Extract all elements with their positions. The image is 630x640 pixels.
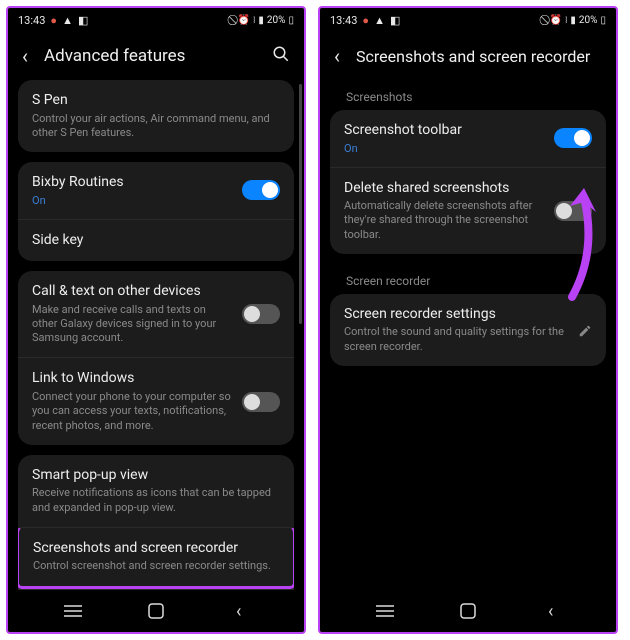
- subtext: Control the sound and quality settings f…: [344, 325, 568, 354]
- row-smart-popup-view[interactable]: Smart pop-up view Receive notifications …: [18, 455, 294, 527]
- page-title: Advanced features: [44, 46, 256, 66]
- recording-icon: ●: [50, 14, 57, 27]
- row-screen-recorder-settings[interactable]: Screen recorder settings Control the sou…: [330, 294, 606, 366]
- subtext: Control your air actions, Air command me…: [32, 112, 280, 141]
- label: Screenshots and screen recorder: [33, 540, 279, 558]
- label: S Pen: [32, 92, 280, 110]
- section-screenshots: Screenshots: [330, 80, 606, 110]
- app-icon: ◧: [78, 14, 88, 27]
- label: Screenshot toolbar: [344, 122, 544, 140]
- alarm-icon: ⏰: [238, 15, 250, 26]
- subtext: Connect your phone to your computer so y…: [32, 390, 232, 433]
- wifi-icon: ⧘: [253, 15, 255, 26]
- nav-back-icon[interactable]: ‹: [229, 601, 249, 621]
- toggle-link-windows[interactable]: [242, 392, 280, 412]
- title-bar: ‹ Advanced features: [8, 32, 304, 80]
- status-on: On: [32, 194, 232, 207]
- label: Smart pop-up view: [32, 467, 280, 485]
- camera-icon: ▲: [374, 14, 385, 27]
- nav-home-icon[interactable]: [458, 601, 478, 621]
- nav-back-icon[interactable]: ‹: [541, 601, 561, 621]
- toggle-bixby[interactable]: [242, 180, 280, 200]
- row-side-key[interactable]: Side key: [18, 219, 294, 262]
- phone-advanced-features: 13:43 ● ▲ ◧ ⃠ ⏰ ⧘ ▮ 20% ▯ ‹ Advanced fea…: [6, 6, 306, 634]
- toggle-screenshot-toolbar[interactable]: [554, 128, 592, 148]
- label: Screen recorder settings: [344, 306, 568, 324]
- signal-icon: ▮: [570, 15, 576, 26]
- subtext: Control screenshot and screen recorder s…: [33, 559, 279, 573]
- label: Bixby Routines: [32, 174, 232, 192]
- row-delete-shared-screenshots[interactable]: Delete shared screenshots Automatically …: [330, 167, 606, 254]
- subtext: Automatically delete screenshots after t…: [344, 199, 544, 242]
- nav-home-icon[interactable]: [146, 601, 166, 621]
- search-icon[interactable]: [272, 45, 290, 67]
- row-call-text-other-devices[interactable]: Call & text on other devices Make and re…: [18, 271, 294, 357]
- alarm-icon: ⏰: [550, 15, 562, 26]
- label: Delete shared screenshots: [344, 180, 544, 198]
- nav-bar: ‹: [320, 590, 616, 632]
- app-icon: ◧: [390, 14, 400, 27]
- camera-icon: ▲: [62, 14, 73, 27]
- label: Link to Windows: [32, 370, 232, 388]
- status-bar: 13:43 ● ▲ ◧ ⃠ ⏰ ⧘ ▮ 20% ▯: [8, 8, 304, 32]
- label: Call & text on other devices: [32, 283, 232, 301]
- row-screenshots-and-recorder[interactable]: Screenshots and screen recorder Control …: [18, 527, 294, 589]
- row-direct-share[interactable]: Direct share On: [18, 589, 294, 590]
- subtext: Receive notifications as icons that can …: [32, 486, 280, 515]
- row-s-pen[interactable]: S Pen Control your air actions, Air comm…: [18, 80, 294, 152]
- row-bixby-routines[interactable]: Bixby Routines On: [18, 162, 294, 219]
- status-bar: 13:43 ● ▲ ◧ ⃠ ⏰ ⧘ ▮ 20% ▯: [320, 8, 616, 32]
- scrollbar[interactable]: [299, 84, 302, 324]
- row-screenshot-toolbar[interactable]: Screenshot toolbar On: [330, 110, 606, 167]
- phone-screenshots-recorder: 13:43 ● ▲ ◧ ⃠ ⏰ ⧘ ▮ 20% ▯ ‹ Screenshots …: [318, 6, 618, 634]
- back-icon[interactable]: ‹: [334, 44, 340, 68]
- recording-icon: ●: [362, 14, 369, 27]
- nav-bar: ‹: [8, 590, 304, 632]
- wifi-icon: ⧘: [565, 15, 567, 26]
- label: Side key: [32, 232, 280, 250]
- battery-percent: 20%: [579, 15, 598, 26]
- status-time: 13:43: [330, 14, 357, 27]
- status-on: On: [344, 142, 544, 155]
- row-link-to-windows[interactable]: Link to Windows Connect your phone to yo…: [18, 357, 294, 444]
- nav-recents-icon[interactable]: [63, 601, 83, 621]
- title-bar: ‹ Screenshots and screen recorder: [320, 32, 616, 80]
- subtext: Make and receive calls and texts on othe…: [32, 303, 232, 346]
- battery-percent: 20%: [267, 15, 286, 26]
- toggle-call-text[interactable]: [242, 304, 280, 324]
- battery-icon: ▯: [288, 15, 294, 26]
- edit-icon: [578, 323, 592, 337]
- back-icon[interactable]: ‹: [22, 44, 28, 68]
- signal-icon: ▮: [258, 15, 264, 26]
- toggle-delete-shared[interactable]: [554, 201, 592, 221]
- section-screen-recorder: Screen recorder: [330, 264, 606, 294]
- page-title: Screenshots and screen recorder: [356, 47, 602, 66]
- nav-recents-icon[interactable]: [375, 601, 395, 621]
- status-time: 13:43: [18, 14, 45, 27]
- battery-icon: ▯: [600, 15, 606, 26]
